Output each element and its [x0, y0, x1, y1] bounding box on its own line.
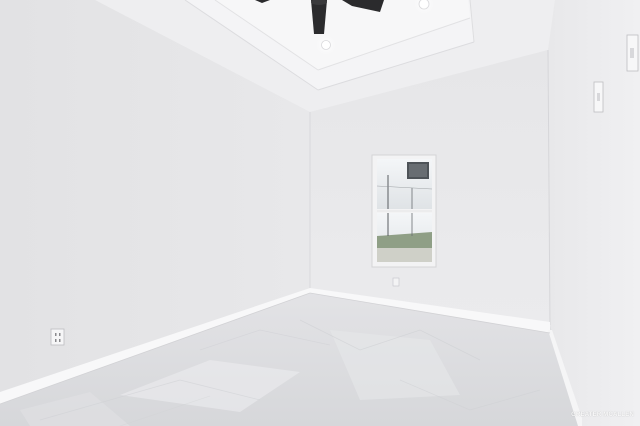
window	[371, 154, 437, 268]
light-switch	[593, 81, 604, 113]
watermark-logo: GREATER MCALLEN	[571, 412, 634, 418]
recessed-light	[316, 35, 336, 55]
back-wall-plate	[392, 277, 400, 287]
thermostat	[626, 34, 639, 72]
wall-outlet	[50, 328, 65, 346]
room-photo	[0, 0, 640, 426]
